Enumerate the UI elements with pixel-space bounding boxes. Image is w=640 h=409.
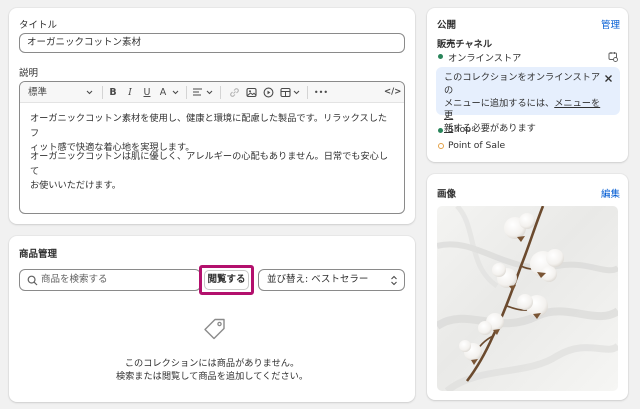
tag-icon <box>204 318 225 340</box>
empty-state-text: このコレクションには商品がありません。 <box>124 358 300 369</box>
link-icon[interactable] <box>229 87 240 98</box>
description-paragraph: オーガニックコットン素材を使用し、健康と環境に配慮した製品です。リラックスしたフ… <box>30 112 396 156</box>
search-icon <box>27 275 38 286</box>
description-label: 説明 <box>19 68 39 79</box>
sort-select-label: 並び替え: ベストセラー <box>267 274 369 285</box>
manage-link[interactable]: 管理 <box>601 17 620 31</box>
publishing-card: 公開 管理 販売チャネル オンラインストア このコレクションをオンラインストアの… <box>427 8 628 162</box>
collection-image[interactable] <box>437 206 618 391</box>
description-line: オーガニックコットンは肌に優しく、アレルギーの心配もありません。日常でも安心して <box>30 151 389 177</box>
banner-line: このコレクションをオンラインストアの <box>444 72 601 96</box>
publishing-heading: 公開 <box>437 20 457 31</box>
more-options-button[interactable]: ••• <box>313 86 329 99</box>
code-view-button[interactable]: </> <box>384 86 401 99</box>
calendar-icon[interactable] <box>608 51 618 62</box>
info-banner: このコレクションをオンラインストアの メニューに追加するには、メニューを更 新す… <box>436 67 620 134</box>
browse-button[interactable]: 閲覧する <box>204 270 249 290</box>
description-paragraph: オーガニックコットンは肌に優しく、アレルギーの心配もありません。日常でも安心して… <box>30 150 396 194</box>
table-icon[interactable] <box>280 87 291 98</box>
chevron-down-icon <box>206 90 213 95</box>
title-input[interactable]: オーガニックコットン素材 <box>19 33 405 53</box>
description-line: お使いいただけます。 <box>30 180 121 191</box>
banner-line: メニューに追加するには、メニューを更 <box>444 98 602 124</box>
cotton-photo <box>437 206 618 391</box>
sort-select[interactable]: 並び替え: ベストセラー <box>258 269 405 291</box>
toolbar-divider <box>220 86 221 99</box>
search-placeholder: 商品を検索する <box>41 274 108 285</box>
video-icon[interactable] <box>263 87 274 98</box>
underline-button[interactable]: U <box>140 86 154 99</box>
browse-button-highlight: 閲覧する <box>199 265 254 295</box>
point-of-sale-channel: Point of Sale <box>448 140 506 151</box>
product-management-card: 商品管理 商品を検索する 閲覧する 並び替え: ベストセラー このコレクションに… <box>9 236 415 402</box>
image-icon[interactable] <box>246 87 257 98</box>
status-dot-active <box>438 128 443 133</box>
align-icon[interactable] <box>192 87 203 98</box>
text-color-button[interactable]: A <box>156 86 170 99</box>
status-dot-inactive <box>437 143 444 149</box>
image-card: 画像 編集 <box>427 174 628 400</box>
title-label: タイトル <box>19 20 58 31</box>
text-color-label: A <box>159 87 167 98</box>
chevron-down-icon <box>293 90 300 95</box>
description-editor[interactable]: 標準 B I U A ••• </> オーガニックコットン素材を使用し、健康と環… <box>19 81 405 214</box>
format-select-label: 標準 <box>28 87 48 98</box>
edit-image-link[interactable]: 編集 <box>601 186 620 200</box>
chevron-down-icon <box>86 90 93 95</box>
online-store-channel: オンラインストア <box>448 53 522 64</box>
italic-button[interactable]: I <box>123 86 137 99</box>
empty-state-text: 検索または閲覧して商品を追加してください。 <box>115 371 309 382</box>
toolbar-divider <box>307 86 308 99</box>
product-search-input[interactable]: 商品を検索する <box>19 269 201 291</box>
image-heading: 画像 <box>437 189 457 200</box>
close-icon[interactable] <box>604 74 613 83</box>
description-line: オーガニックコットン素材を使用し、健康と環境に配慮した製品です。リラックスしたフ <box>30 113 388 139</box>
status-dot-active <box>438 54 443 59</box>
collection-details-card: タイトル オーガニックコットン素材 説明 標準 B I U A ••• </> … <box>9 8 415 224</box>
banner-text: メニューに追加するには、 <box>444 97 555 109</box>
editor-toolbar: 標準 B I U A ••• </> <box>20 82 404 103</box>
bold-button[interactable]: B <box>106 86 120 99</box>
toolbar-divider <box>186 86 187 99</box>
products-heading: 商品管理 <box>19 249 58 260</box>
chevron-down-icon <box>172 90 179 95</box>
format-select[interactable]: 標準 <box>28 86 68 99</box>
toolbar-divider <box>102 86 103 99</box>
shop-channel: Shop <box>448 124 472 135</box>
select-arrows-icon <box>391 275 397 286</box>
sales-channels-label: 販売チャネル <box>437 39 493 50</box>
